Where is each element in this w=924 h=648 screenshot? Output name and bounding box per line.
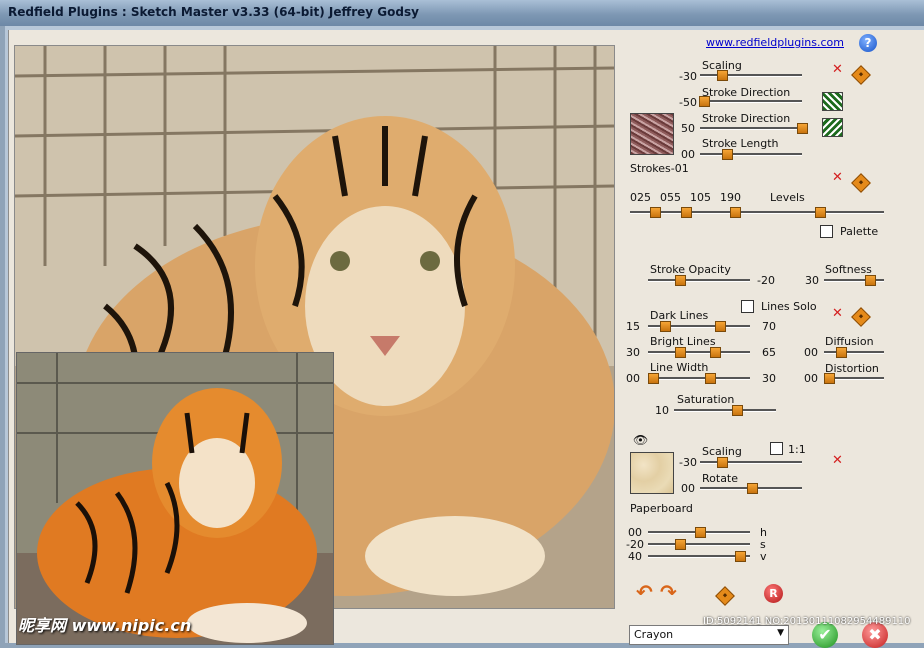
line-width-slider[interactable]: [648, 377, 750, 380]
levels-slider[interactable]: [630, 211, 884, 214]
stroke-opacity-slider[interactable]: [648, 279, 750, 282]
level-value-1: 025: [630, 191, 651, 204]
diffusion-slider[interactable]: [824, 351, 884, 354]
close-icon[interactable]: ✕: [832, 170, 843, 185]
stroke-length-thumb[interactable]: [722, 149, 733, 160]
strokes-preset-swatch[interactable]: [630, 113, 674, 155]
bright-lines-thumb-min[interactable]: [675, 347, 686, 358]
preset-select-value: Crayon: [634, 628, 674, 641]
dark-lines-max: 70: [762, 320, 776, 333]
ratio-checkbox[interactable]: [770, 442, 783, 455]
diffusion-label: Diffusion: [825, 335, 874, 348]
stroke-direction-label-2: Stroke Direction: [702, 112, 791, 125]
level-value-3: 105: [690, 191, 711, 204]
paper-preset-name: Paperboard: [630, 502, 693, 515]
watermark-left: 昵享网 www.nipic.cn: [18, 616, 192, 635]
dark-lines-thumb-max[interactable]: [715, 321, 726, 332]
title-bar: Redfield Plugins : Sketch Master v3.33 (…: [0, 0, 924, 26]
scaling-value: -30: [679, 70, 697, 83]
palette-label: Palette: [840, 225, 879, 238]
softness-thumb[interactable]: [865, 275, 876, 286]
s-slider[interactable]: [648, 543, 750, 546]
stroke-length-label: Stroke Length: [702, 137, 779, 150]
redo-icon[interactable]: ↷: [660, 580, 677, 604]
softness-value: 30: [805, 274, 819, 287]
level-value-4: 190: [720, 191, 741, 204]
saturation-thumb[interactable]: [732, 405, 743, 416]
stroke-length-slider[interactable]: [700, 153, 802, 156]
v-thumb[interactable]: [735, 551, 746, 562]
ratio-label: 1:1: [788, 443, 806, 456]
watermark-right: ID:5092141 NO:20130111082954489110: [703, 616, 911, 627]
undo-icon[interactable]: ↶: [636, 580, 653, 604]
preset-select[interactable]: Crayon ▼: [629, 625, 789, 645]
level-value-2: 055: [660, 191, 681, 204]
line-width-max: 30: [762, 372, 776, 385]
diffusion-thumb[interactable]: [836, 347, 847, 358]
bright-lines-thumb-max[interactable]: [710, 347, 721, 358]
dark-lines-label: Dark Lines: [650, 309, 709, 322]
window-title: Redfield Plugins : Sketch Master v3.33 (…: [8, 5, 419, 19]
saturation-label: Saturation: [677, 393, 735, 406]
paper-scaling-slider[interactable]: [700, 461, 802, 464]
stroke-direction-value-1: -50: [679, 96, 697, 109]
line-width-min: 00: [626, 372, 640, 385]
stroke-direction-label-1: Stroke Direction: [702, 86, 791, 99]
s-thumb[interactable]: [675, 539, 686, 550]
level-thumb-2[interactable]: [681, 207, 692, 218]
help-icon[interactable]: ?: [859, 34, 877, 52]
direction-preview-icon-2[interactable]: [822, 118, 843, 137]
v-label: v: [760, 550, 767, 563]
reset-icon[interactable]: R: [764, 584, 783, 603]
close-icon[interactable]: ✕: [832, 453, 843, 468]
level-thumb-4[interactable]: [815, 207, 826, 218]
strokes-preset-name: Strokes-01: [630, 162, 689, 175]
website-link[interactable]: www.redfieldplugins.com: [706, 36, 844, 49]
saturation-value: 10: [655, 404, 669, 417]
original-image: [16, 352, 334, 645]
palette-checkbox[interactable]: [820, 225, 833, 238]
paper-scaling-value: -30: [679, 456, 697, 469]
stroke-direction-thumb-1[interactable]: [699, 96, 710, 107]
bright-lines-max: 65: [762, 346, 776, 359]
diffusion-value: 00: [804, 346, 818, 359]
rotate-value: 00: [681, 482, 695, 495]
dark-lines-min: 15: [626, 320, 640, 333]
dark-lines-thumb-min[interactable]: [660, 321, 671, 332]
distortion-value: 00: [804, 372, 818, 385]
close-icon[interactable]: ✕: [832, 306, 843, 321]
stroke-opacity-label: Stroke Opacity: [650, 263, 731, 276]
stroke-direction-slider-1[interactable]: [700, 100, 802, 103]
distortion-thumb[interactable]: [824, 373, 835, 384]
scaling-slider[interactable]: [700, 74, 802, 77]
scaling-thumb[interactable]: [717, 70, 728, 81]
stroke-opacity-value: -20: [757, 274, 775, 287]
level-thumb-1[interactable]: [650, 207, 661, 218]
line-width-thumb-min[interactable]: [648, 373, 659, 384]
paper-preset-swatch[interactable]: [630, 452, 674, 494]
saturation-slider[interactable]: [674, 409, 776, 412]
close-icon[interactable]: ✕: [832, 62, 843, 77]
lines-solo-checkbox[interactable]: [741, 300, 754, 313]
paper-scaling-thumb[interactable]: [717, 457, 728, 468]
stroke-direction-slider-2[interactable]: [700, 127, 802, 130]
direction-preview-icon-1[interactable]: [822, 92, 843, 111]
lines-solo-label: Lines Solo: [761, 300, 817, 313]
levels-label: Levels: [770, 191, 805, 204]
level-thumb-3[interactable]: [730, 207, 741, 218]
eye-icon[interactable]: 👁: [633, 433, 648, 447]
chevron-down-icon: ▼: [777, 628, 784, 638]
stroke-direction-thumb-2[interactable]: [797, 123, 808, 134]
bright-lines-min: 30: [626, 346, 640, 359]
h-thumb[interactable]: [695, 527, 706, 538]
stroke-length-value: 00: [681, 148, 695, 161]
rotate-label: Rotate: [702, 472, 739, 485]
v-value: 40: [628, 550, 642, 563]
stroke-opacity-thumb[interactable]: [675, 275, 686, 286]
stroke-direction-value-2: 50: [681, 122, 695, 135]
bright-lines-slider[interactable]: [648, 351, 750, 354]
line-width-thumb-max[interactable]: [705, 373, 716, 384]
rotate-thumb[interactable]: [747, 483, 758, 494]
